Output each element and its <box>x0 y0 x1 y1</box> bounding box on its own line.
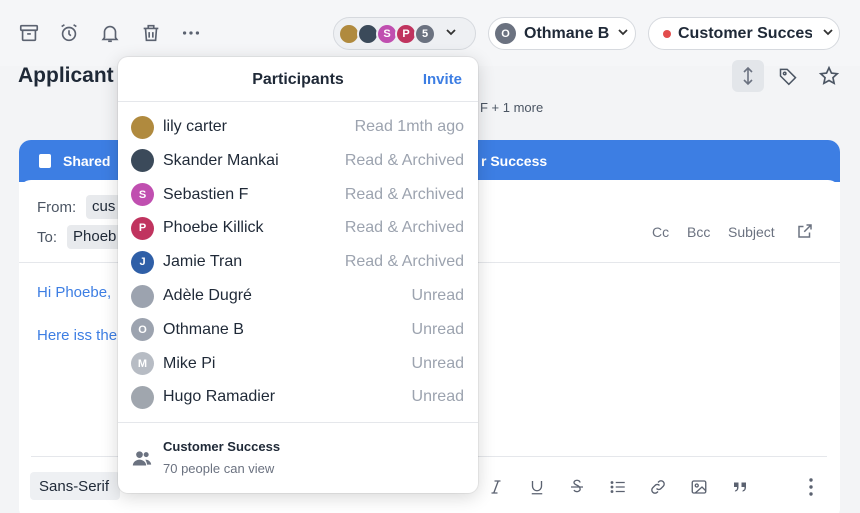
participant-row[interactable]: Adèle Dugré Unread <box>118 279 478 313</box>
strikethrough-icon[interactable] <box>564 474 590 500</box>
team-name: Customer Success <box>678 24 812 42</box>
participant-row[interactable]: O Othmane B Unread <box>118 313 478 347</box>
page-title: Applicant <box>18 64 114 87</box>
participant-status: Read & Archived <box>344 219 464 237</box>
avatar: P <box>131 216 154 240</box>
body-line[interactable]: Here iss the <box>37 327 117 344</box>
group-name: Customer Success <box>163 439 281 454</box>
group-visibility: 70 people can view <box>163 461 275 476</box>
participant-name: Phoebe Killick <box>163 219 264 237</box>
italic-icon[interactable] <box>483 474 509 500</box>
trash-icon[interactable] <box>138 20 164 46</box>
participant-name: Mike Pi <box>163 354 216 372</box>
archive-icon[interactable] <box>16 20 42 46</box>
alarm-clock-icon[interactable] <box>56 20 82 46</box>
avatar: O <box>495 23 516 44</box>
assignee-dropdown[interactable]: O Othmane B <box>488 17 636 50</box>
from-field[interactable]: cus <box>86 195 122 219</box>
more-horizontal-icon[interactable] <box>178 20 204 46</box>
divider <box>118 422 478 423</box>
participant-status: Read & Archived <box>344 151 464 169</box>
participant-status: Read & Archived <box>344 253 464 271</box>
quote-icon[interactable] <box>727 474 753 500</box>
bulleted-list-icon[interactable] <box>605 474 631 500</box>
participant-status: Read 1mth ago <box>354 118 464 135</box>
subject-button[interactable]: Subject <box>728 224 775 240</box>
compose-header-label: Shared <box>63 153 111 169</box>
avatar: M <box>131 352 154 376</box>
participant-name: Jamie Tran <box>163 253 243 271</box>
participant-name: Adèle Dugré <box>163 287 252 304</box>
resize-vertical-icon[interactable] <box>732 60 764 92</box>
participant-row[interactable]: Hugo Ramadier Unread <box>118 380 478 414</box>
divider <box>118 101 478 102</box>
chevron-down-icon <box>445 25 457 43</box>
participant-name: Othmane B <box>163 320 244 338</box>
avatar: J <box>131 250 154 274</box>
participant-row[interactable]: J Jamie Tran Read & Archived <box>118 245 478 279</box>
external-link-icon[interactable] <box>796 222 814 245</box>
bcc-button[interactable]: Bcc <box>687 224 710 240</box>
participant-row[interactable]: S Sebastien F Read & Archived <box>118 178 478 212</box>
recipient-chip[interactable]: Phoeb <box>67 225 123 249</box>
participant-status: Unread <box>411 388 464 406</box>
participants-summary: F + 1 more <box>480 100 544 115</box>
assignee-name: Othmane B <box>524 24 610 42</box>
participant-row[interactable]: P Phoebe Killick Read & Archived <box>118 211 478 245</box>
participant-status: Read & Archived <box>344 185 464 203</box>
participant-row[interactable]: M Mike Pi Unread <box>118 347 478 381</box>
avatar <box>131 284 154 308</box>
compose-header-team: r Success <box>481 153 548 169</box>
avatar: S <box>131 183 154 207</box>
participant-row[interactable]: Skander Mankai Read & Archived <box>118 144 478 178</box>
more-vertical-icon[interactable] <box>798 474 824 500</box>
star-icon[interactable] <box>813 60 845 92</box>
body-line[interactable]: Hi Phoebe, <box>37 284 111 301</box>
participants-avatar-group[interactable]: S P 5 <box>333 17 476 50</box>
chevron-down-icon <box>617 25 629 43</box>
link-icon[interactable] <box>645 474 671 500</box>
status-dot <box>663 29 671 38</box>
avatar <box>131 149 154 173</box>
participant-status: Unread <box>411 287 464 304</box>
participant-name: Sebastien F <box>163 185 249 203</box>
cc-button[interactable]: Cc <box>652 224 669 240</box>
to-label: To: <box>37 229 58 246</box>
participant-name: Skander Mankai <box>163 151 279 169</box>
bell-icon[interactable] <box>97 20 123 46</box>
avatar: O <box>131 318 154 342</box>
font-family-select[interactable]: Sans-Serif <box>30 472 120 500</box>
participants-overflow-count: 5 <box>414 22 436 45</box>
participants-popover: Participants Invite lily carter Read 1mth… <box>118 57 478 493</box>
participant-status: Unread <box>411 320 464 338</box>
avatar <box>131 385 154 409</box>
underline-icon[interactable] <box>524 474 550 500</box>
participant-status: Unread <box>411 354 464 372</box>
avatar <box>131 115 154 139</box>
tag-icon[interactable] <box>772 60 804 92</box>
chevron-down-icon <box>822 25 834 43</box>
participant-name: Hugo Ramadier <box>163 388 276 406</box>
document-icon <box>39 154 51 168</box>
participant-name: lily carter <box>163 118 228 135</box>
people-icon <box>132 451 152 466</box>
invite-button[interactable]: Invite <box>423 71 462 88</box>
team-dropdown[interactable]: Customer Success <box>648 17 840 50</box>
image-icon[interactable] <box>686 474 712 500</box>
from-label: From: <box>37 199 77 216</box>
participant-row[interactable]: lily carter Read 1mth ago <box>118 110 478 144</box>
